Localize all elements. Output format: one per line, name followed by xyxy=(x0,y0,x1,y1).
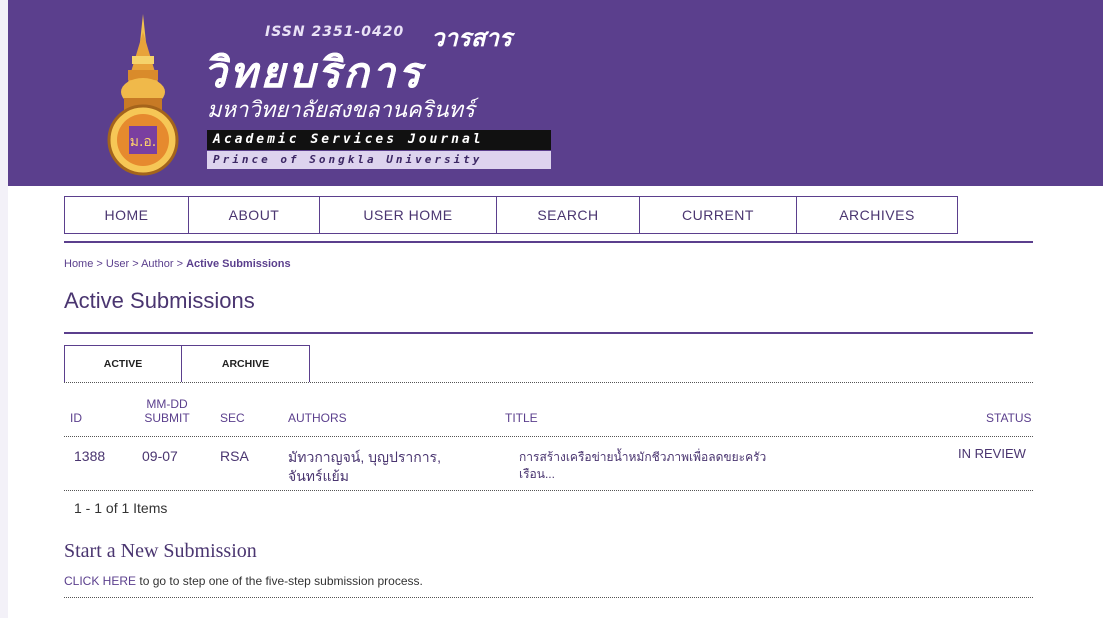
pagination-info: 1 - 1 of 1 Items xyxy=(74,500,168,516)
header-date: MM-DD SUBMIT xyxy=(142,397,192,425)
header-id: ID xyxy=(70,411,82,425)
row-divider xyxy=(64,490,1033,491)
breadcrumb-home[interactable]: Home xyxy=(64,258,93,270)
title-divider xyxy=(64,332,1033,334)
header-title[interactable]: TITLE xyxy=(505,411,538,425)
header-submit: SUBMIT xyxy=(144,411,190,425)
cell-authors-line: จันทร์แย้ม xyxy=(288,468,349,484)
breadcrumb-separator: > xyxy=(132,258,139,270)
submission-tabs: ACTIVE ARCHIVE xyxy=(64,345,310,382)
cell-title[interactable]: การสร้างเครือข่ายน้ำหมักชีวภาพเพื่อลดขยะ… xyxy=(519,449,766,483)
header-status[interactable]: STATUS xyxy=(986,411,1032,425)
cell-id: 1388 xyxy=(74,448,106,464)
cell-status[interactable]: IN REVIEW xyxy=(958,446,1026,461)
new-submission-text: CLICK HERE to go to step one of the five… xyxy=(64,574,423,588)
breadcrumb-current[interactable]: Active Submissions xyxy=(186,258,291,270)
header-divider xyxy=(64,436,1033,437)
university-name-en: Prince of Songkla University xyxy=(207,151,551,169)
new-submission-heading: Start a New Submission xyxy=(64,540,257,562)
breadcrumb: Home > User > Author > Active Submission… xyxy=(64,258,291,270)
main-nav: HOME ABOUT USER HOME SEARCH CURRENT ARCH… xyxy=(64,196,958,234)
nav-current[interactable]: CURRENT xyxy=(640,197,797,233)
tab-archive[interactable]: ARCHIVE xyxy=(182,345,310,382)
new-submission-description: to go to step one of the five-step submi… xyxy=(136,574,423,588)
header-mmdd: MM-DD xyxy=(146,397,188,411)
cell-date: 09-07 xyxy=(142,448,178,464)
new-submission-link[interactable]: CLICK HERE xyxy=(64,574,136,588)
cell-authors: มัทวกาญจน์, บุญปราการ, จันทร์แย้ม xyxy=(288,448,441,486)
journal-title-en: Academic Services Journal xyxy=(207,130,551,150)
page-title: Active Submissions xyxy=(64,288,255,313)
cell-title-line[interactable]: การสร้างเครือข่ายน้ำหมักชีวภาพเพื่อลดขยะ… xyxy=(519,449,766,466)
header-sec[interactable]: SEC xyxy=(220,411,245,425)
nav-archives[interactable]: ARCHIVES xyxy=(797,197,957,233)
nav-about[interactable]: ABOUT xyxy=(189,197,320,233)
tabs-divider xyxy=(64,382,1033,383)
tab-active[interactable]: ACTIVE xyxy=(64,345,182,382)
cell-title-line[interactable]: เรือน... xyxy=(519,466,766,483)
svg-text:ม.อ.: ม.อ. xyxy=(130,134,157,150)
journal-word-thai: วารสาร xyxy=(431,24,512,52)
nav-search[interactable]: SEARCH xyxy=(497,197,640,233)
university-emblem-icon: ม.อ. xyxy=(107,14,179,176)
university-name-thai: มหาวิทยาลัยสงขลานครินทร์ xyxy=(207,98,475,123)
breadcrumb-separator: > xyxy=(96,258,103,270)
footer-divider xyxy=(64,597,1033,598)
breadcrumb-author[interactable]: Author xyxy=(141,258,173,270)
issn-text: ISSN 2351-0420 xyxy=(265,24,405,40)
header-authors[interactable]: AUTHORS xyxy=(288,411,347,425)
breadcrumb-user[interactable]: User xyxy=(106,258,129,270)
nav-home[interactable]: HOME xyxy=(65,197,189,233)
journal-logo: ISSN 2351-0420 วารสาร วิทยบริการ มหาวิทย… xyxy=(203,18,563,173)
site-header: ม.อ. ISSN 2351-0420 วารสาร วิทยบริการ มห… xyxy=(8,0,1103,186)
cell-authors-line: มัทวกาญจน์, บุญปราการ, xyxy=(288,449,441,465)
breadcrumb-separator: > xyxy=(176,258,184,270)
page: ม.อ. ISSN 2351-0420 วารสาร วิทยบริการ มห… xyxy=(8,0,1103,618)
nav-user-home[interactable]: USER HOME xyxy=(320,197,497,233)
nav-divider xyxy=(64,241,1033,243)
cell-sec: RSA xyxy=(220,448,249,464)
